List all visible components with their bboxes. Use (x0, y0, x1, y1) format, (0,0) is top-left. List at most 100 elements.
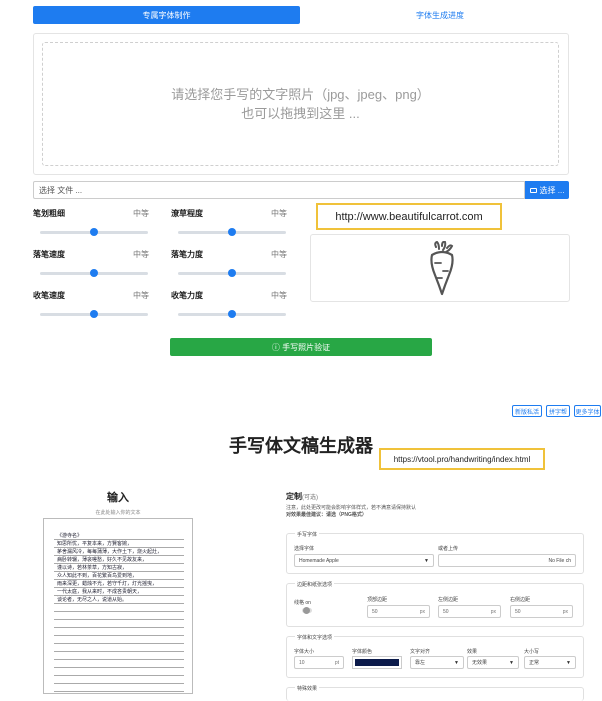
paper-text-line: 一代太庭，我从来时，不成吝贵朝天， (57, 589, 143, 595)
carrot-icon (430, 241, 454, 296)
font-size-value: 10 (299, 659, 305, 666)
font-upload-value: No File ch (548, 557, 571, 564)
more-fonts-button[interactable]: 更多字体 (574, 405, 601, 417)
custom-desc-line2: 对效果最佳建议：请选（PNG格式） (286, 512, 367, 518)
slider-thumb[interactable] (228, 269, 236, 277)
paper-text-line: 谨以诗，若林茶草，方知古寂， (57, 565, 128, 571)
file-input[interactable]: 选择 文件 ... (33, 181, 525, 199)
special-section (286, 687, 584, 701)
input-title: 输入 (107, 492, 129, 504)
slider-label: 潦草程度 (171, 209, 203, 218)
left-margin-unit: px (490, 609, 496, 615)
case-value: 正常 (529, 660, 540, 666)
upload-hint-line2: 也可以拖拽到这里 ... (241, 106, 360, 121)
effect-select[interactable]: 无效果 ▼ (467, 656, 519, 669)
caret-down-icon: ▼ (424, 558, 429, 564)
input-subtitle: 在此处输入你的文本 (95, 510, 141, 516)
case-label: 大小写 (524, 649, 540, 655)
upload-hint-line1: 请选择您手写的文字照片（jpg、jpeg、png） (171, 87, 430, 102)
paper-text-line: 茅舍漏风冷，每每蒲薄，大作土下，烧火起灶， (57, 549, 163, 555)
watermark-url-text: http://www.beautifulcarrot.com (335, 210, 483, 223)
browse-button-label: 选择 ... (539, 185, 565, 195)
font-color-label: 字体颜色 (352, 649, 373, 655)
verify-handwriting-button[interactable]: ⓘ 手写照片验证 (170, 338, 432, 356)
text-align-value: 靠左 (415, 660, 426, 666)
paper-text-line: 谈论者，无尽之人，说道从始。 (57, 597, 128, 603)
slider-thumb[interactable] (90, 269, 98, 277)
left-margin-input[interactable]: 50 px (438, 605, 501, 618)
paper-rule (54, 683, 184, 684)
slider-label: 笔划粗细 (33, 209, 65, 218)
paper-rule (54, 627, 184, 628)
top-margin-input[interactable]: 50 px (367, 605, 430, 618)
case-select[interactable]: 正常 ▼ (524, 656, 576, 669)
custom-title-text: 定制 (286, 492, 302, 501)
paper-rule (54, 611, 184, 612)
slider-thumb[interactable] (90, 310, 98, 318)
right-margin-input[interactable]: 50 px (510, 605, 573, 618)
paper-text-line: 众人知此不到，百花繁百鸟爱到地， (57, 573, 138, 579)
text-align-label: 文字对齐 (410, 649, 431, 655)
slider-thumb[interactable] (90, 228, 98, 236)
folder-icon (529, 187, 537, 193)
effect-label: 效果 (467, 649, 478, 655)
top-margin-label: 顶部边距 (367, 597, 388, 603)
paper-text-line: 知思所忧，平复本来，方賢客婉， (57, 541, 133, 547)
tab-font-progress[interactable]: 字体生成进度 (340, 6, 540, 24)
toggle-knob-icon (303, 607, 310, 614)
font-select-value: Homemade Apple (299, 557, 339, 564)
text-section-legend: 字体和文字选项 (295, 634, 335, 641)
font-size-input[interactable]: 10 pt (294, 656, 344, 669)
slider-thumb[interactable] (228, 310, 236, 318)
font-color-picker[interactable] (352, 656, 402, 669)
custom-title: 定制(可选) (286, 491, 318, 502)
left-margin-label: 左侧边距 (438, 597, 459, 603)
font-color-swatch (355, 659, 399, 666)
font-select-label: 选择字体 (294, 546, 315, 552)
slider-label: 落笔速度 (33, 250, 65, 259)
right-margin-unit: px (562, 609, 568, 615)
slider-value: 中等 (133, 250, 149, 259)
upload-dropzone[interactable]: 请选择您手写的文字照片（jpg、jpeg、png） 也可以拖拽到这里 ... (42, 42, 559, 166)
effect-value: 无效果 (472, 660, 488, 666)
slider-value: 中等 (133, 209, 149, 218)
custom-desc-line1: 注意，此处更改可能会影响字体样式，若不满意请保持默认 (286, 505, 417, 511)
custom-title-suffix: (可选) (302, 495, 318, 501)
paper-text-line: 《游寺名》 (57, 533, 83, 539)
font-size-label: 字体大小 (294, 649, 315, 655)
slider-label: 落笔力度 (171, 250, 203, 259)
font-upload-label: 或者上传 (438, 546, 459, 552)
caret-down-icon: ▼ (566, 660, 571, 666)
browse-button[interactable]: 选择 ... (525, 181, 569, 199)
paper-rule (54, 675, 184, 676)
lines-toggle-label: 线格 on (294, 600, 311, 606)
text-align-select[interactable]: 靠左 ▼ (410, 656, 464, 669)
font-upload-input[interactable]: No File ch (438, 554, 576, 567)
slider-thumb[interactable] (228, 228, 236, 236)
paper-rule (54, 619, 184, 620)
lines-toggle[interactable] (302, 607, 312, 614)
margin-section-legend: 边距和纸张选项 (295, 581, 335, 588)
right-margin-value: 50 (515, 608, 521, 615)
font-section-legend: 手写字体 (295, 531, 320, 538)
font-select[interactable]: Homemade Apple ▼ (294, 554, 434, 567)
special-section-legend: 特殊效果 (295, 685, 320, 692)
handwriting-paper[interactable]: 《游寺名》知思所忧，平复本来，方賢客婉， 茅舍漏风冷，每每蒲薄，大作土下，烧火起灶… (43, 518, 193, 694)
slider-label: 收笔力度 (171, 291, 203, 300)
left-margin-value: 50 (443, 608, 449, 615)
caret-down-icon: ▼ (509, 660, 514, 666)
pinzi-button[interactable]: 拼字帮 (546, 405, 570, 417)
paper-rule (54, 691, 184, 692)
new-version-button[interactable]: 新版私活 (512, 405, 542, 417)
paper-text-line: 雨来深更，蜡烛不光，若守千灯，灯光摇曳， (57, 581, 158, 587)
watermark-url-box-2: https://vtool.pro/handwriting/index.html (379, 448, 545, 470)
caret-down-icon: ▼ (454, 660, 459, 666)
top-margin-value: 50 (372, 608, 378, 615)
font-preview (310, 234, 570, 302)
paper-rule (54, 651, 184, 652)
watermark-url-box: http://www.beautifulcarrot.com (316, 203, 502, 230)
tab-font-making[interactable]: 专属字体制作 (33, 6, 300, 24)
paper-rule (54, 643, 184, 644)
slider-value: 中等 (133, 291, 149, 300)
watermark-url-text-2: https://vtool.pro/handwriting/index.html (393, 454, 531, 464)
